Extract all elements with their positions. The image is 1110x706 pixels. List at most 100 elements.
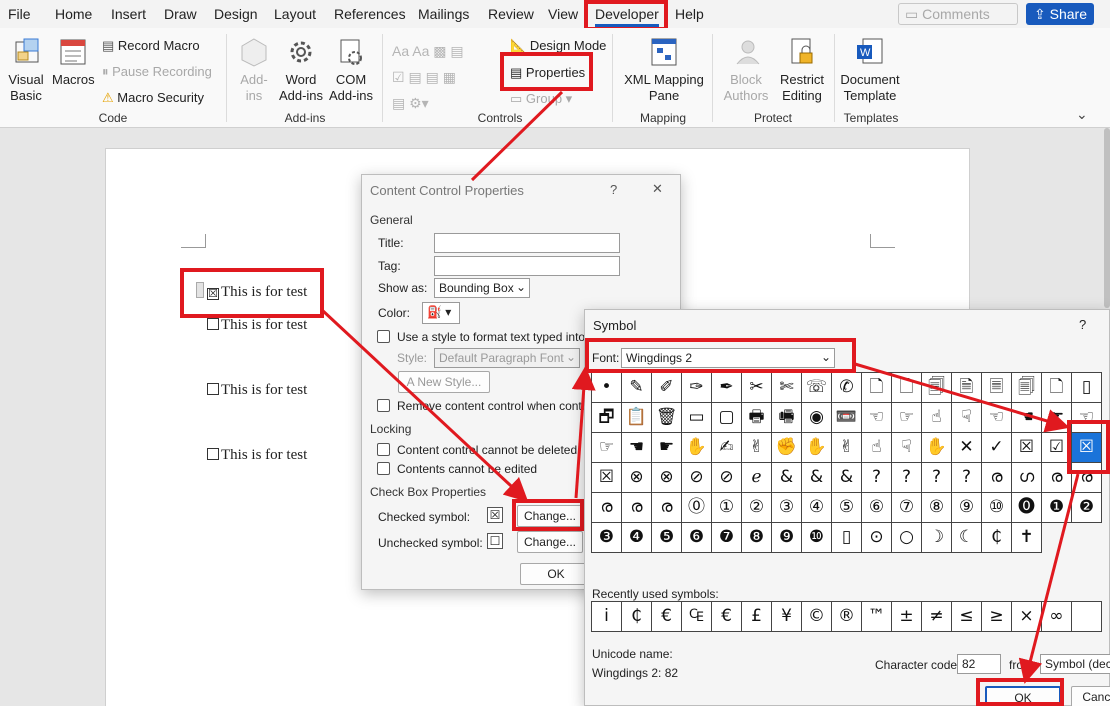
symbol-cell[interactable]: ര	[1072, 463, 1102, 493]
symbol-cell[interactable]: ❻	[682, 523, 712, 553]
symbol-cell[interactable]: ⑩	[982, 493, 1012, 523]
symbol-cell[interactable]: ☑	[1042, 433, 1072, 463]
collapse-ribbon-chevron-icon[interactable]: ⌄	[1076, 106, 1088, 123]
symbol-cell[interactable]: ☛	[1042, 403, 1072, 433]
close-button[interactable]: ✕	[652, 181, 663, 197]
tab-insert[interactable]: Insert	[111, 6, 146, 22]
symbol-cell[interactable]: ▯	[1072, 373, 1102, 403]
symbol-cell[interactable]: ❸	[592, 523, 622, 553]
recent-symbol-cell[interactable]: i	[592, 602, 622, 632]
recent-symbol-cell[interactable]: ∞	[1042, 602, 1072, 632]
symbol-cell[interactable]: ✋	[922, 433, 952, 463]
symbol-cell[interactable]: ⊙	[862, 523, 892, 553]
symbol-cell[interactable]: 🗋	[892, 373, 922, 403]
symbol-cell[interactable]: 🗋	[1042, 373, 1072, 403]
checkbox-line[interactable]: This is for test	[207, 382, 307, 399]
symbol-cell[interactable]: ❽	[742, 523, 772, 553]
recent-symbol-cell[interactable]: ≤	[952, 602, 982, 632]
symbol-cell[interactable]: ⓿	[1012, 493, 1042, 523]
symbol-cell[interactable]: 🗎	[952, 373, 982, 403]
recent-symbol-cell[interactable]: ±	[892, 602, 922, 632]
symbol-cell[interactable]: ര	[622, 493, 652, 523]
tab-layout[interactable]: Layout	[274, 6, 316, 22]
share-button[interactable]: ⇪ Share	[1026, 3, 1094, 25]
recent-symbol-cell[interactable]: ©	[802, 602, 832, 632]
symbol-cell[interactable]: ✝	[1012, 523, 1042, 553]
symbol-cell[interactable]: ര	[652, 493, 682, 523]
design-mode-button[interactable]: 📐 Design Mode	[510, 38, 606, 54]
recent-symbol-cell[interactable]: ×	[1012, 602, 1042, 632]
unchecked-checkbox[interactable]	[207, 448, 219, 460]
symbol-cell[interactable]: ?	[892, 463, 922, 493]
symbol-cell[interactable]: ❷	[1072, 493, 1102, 523]
symbol-cell[interactable]: ⓪	[682, 493, 712, 523]
macro-security-button[interactable]: ⚠ Macro Security	[102, 90, 204, 106]
word-add-ins-button[interactable]: Word Add-ins	[278, 36, 324, 104]
recent-symbol-cell[interactable]: ₵	[622, 602, 652, 632]
symbol-cell[interactable]: ✎	[622, 373, 652, 403]
symbol-cell[interactable]: ⑦	[892, 493, 922, 523]
symbol-cell[interactable]: ✋	[802, 433, 832, 463]
recent-symbol-cell[interactable]: ¥	[772, 602, 802, 632]
recent-symbol-cell[interactable]: ™	[862, 602, 892, 632]
symbol-cell[interactable]: ☞	[592, 433, 622, 463]
comments-button[interactable]: ▭ Comments	[898, 3, 1018, 25]
symbol-cell[interactable]: 🖷	[772, 403, 802, 433]
help-button[interactable]: ?	[1079, 317, 1086, 332]
recent-symbol-cell[interactable]	[1072, 602, 1102, 632]
symbol-cell[interactable]: 🗗	[592, 403, 622, 433]
symbol-cell[interactable]: ☜	[862, 403, 892, 433]
color-picker[interactable]: ⛽ ▾	[422, 302, 460, 324]
symbol-cell[interactable]: ര	[592, 493, 622, 523]
tab-home[interactable]: Home	[55, 6, 92, 22]
symbol-cell[interactable]: ✄	[772, 373, 802, 403]
from-select[interactable]: Symbol (decimal)	[1040, 654, 1110, 674]
symbol-cell[interactable]: ☾	[952, 523, 982, 553]
symbol-cell[interactable]: ⊗	[652, 463, 682, 493]
tab-file[interactable]: File	[8, 6, 31, 22]
symbol-cell[interactable]: ✍	[712, 433, 742, 463]
checked-checkbox[interactable]: ☒	[207, 288, 219, 300]
symbol-cell[interactable]: ✆	[832, 373, 862, 403]
tab-help[interactable]: Help	[675, 6, 704, 22]
recent-symbol-cell[interactable]: ₠	[682, 602, 712, 632]
tab-view[interactable]: View	[548, 6, 578, 22]
symbol-cell[interactable]: ✊	[772, 433, 802, 463]
recent-symbol-cell[interactable]: €	[712, 602, 742, 632]
symbol-cell[interactable]: ?	[952, 463, 982, 493]
tab-references[interactable]: References	[334, 6, 406, 22]
recent-symbol-cell[interactable]: ®	[832, 602, 862, 632]
symbol-cell[interactable]: ❾	[772, 523, 802, 553]
symbol-cell[interactable]: ☛	[652, 433, 682, 463]
symbol-cell[interactable]: 🗐	[922, 373, 952, 403]
ok-button[interactable]: OK	[520, 563, 592, 585]
symbol-cell[interactable]: 📋	[622, 403, 652, 433]
symbol-cell[interactable]: ▭	[682, 403, 712, 433]
symbol-cell[interactable]: ✌	[832, 433, 862, 463]
symbol-cell[interactable]: ⊘	[712, 463, 742, 493]
symbol-cell[interactable]: ④	[802, 493, 832, 523]
symbol-cell[interactable]: ⊘	[682, 463, 712, 493]
symbol-cell[interactable]: ✋	[682, 433, 712, 463]
cancel-button[interactable]: Cancel	[1071, 686, 1110, 706]
symbol-cell[interactable]: ✐	[652, 373, 682, 403]
xml-mapping-pane-button[interactable]: XML Mapping Pane	[622, 36, 706, 104]
symbol-cell[interactable]: ☜	[1072, 403, 1102, 433]
tag-input[interactable]	[434, 256, 620, 276]
new-style-button[interactable]: A New Style...	[398, 371, 490, 393]
ok-button[interactable]: OK	[985, 686, 1061, 706]
symbol-cell[interactable]: ☟	[952, 403, 982, 433]
recent-symbol-cell[interactable]: ≥	[982, 602, 1012, 632]
symbol-cell[interactable]: ②	[742, 493, 772, 523]
symbol-cell[interactable]: ✂	[742, 373, 772, 403]
symbol-cell[interactable]: ⊗	[622, 463, 652, 493]
symbol-cell[interactable]: ❿	[802, 523, 832, 553]
symbol-cell[interactable]: ⑧	[922, 493, 952, 523]
symbol-cell[interactable]: ഗ	[1012, 463, 1042, 493]
symbol-cell[interactable]: ✕	[952, 433, 982, 463]
symbol-cell[interactable]: ☞	[892, 403, 922, 433]
change-unchecked-button[interactable]: Change...	[517, 531, 583, 553]
symbol-cell[interactable]: ▢	[712, 403, 742, 433]
symbol-cell[interactable]: 🗏	[982, 373, 1012, 403]
content-control-handle[interactable]	[196, 282, 204, 298]
